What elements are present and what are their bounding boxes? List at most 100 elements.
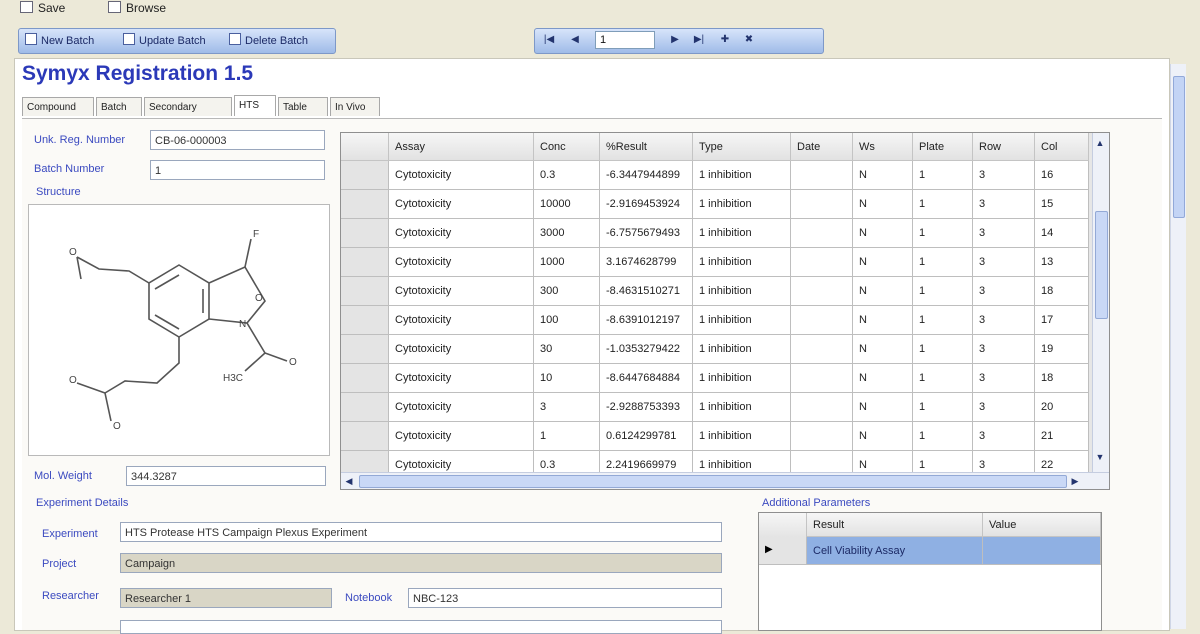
grid-cell[interactable]: 14 — [1035, 219, 1089, 248]
grid-cell[interactable]: 1 — [913, 161, 973, 190]
grid-cell[interactable]: Cytotoxicity — [389, 161, 534, 190]
grid-vertical-thumb[interactable] — [1095, 211, 1108, 319]
batch-number-field[interactable]: 1 — [150, 160, 325, 180]
update-batch-button[interactable]: Update Batch — [123, 32, 206, 50]
grid-cell[interactable]: 1 — [913, 306, 973, 335]
delete-batch-button[interactable]: Delete Batch — [229, 32, 308, 50]
extra-field[interactable] — [120, 620, 722, 634]
grid-header-conc[interactable]: Conc — [534, 133, 600, 161]
grid-header-type[interactable]: Type — [693, 133, 791, 161]
grid-cell[interactable]: 3 — [973, 306, 1035, 335]
grid-cell[interactable] — [791, 248, 853, 277]
prev-icon[interactable]: ◀ — [569, 34, 581, 46]
grid-cell[interactable]: 3 — [973, 161, 1035, 190]
tab-secondary[interactable]: Secondary — [144, 97, 232, 116]
grid-cell[interactable]: 3 — [973, 422, 1035, 451]
addl-row-header[interactable]: ▶ — [759, 537, 807, 565]
page-scroll-thumb[interactable] — [1173, 76, 1185, 218]
grid-row-header[interactable] — [341, 277, 389, 306]
grid-cell[interactable]: Cytotoxicity — [389, 364, 534, 393]
grid-cell[interactable]: N — [853, 364, 913, 393]
grid-cell[interactable]: N — [853, 219, 913, 248]
grid-cell[interactable]: 3 — [534, 393, 600, 422]
grid-row-header[interactable] — [341, 190, 389, 219]
grid-cell[interactable]: 20 — [1035, 393, 1089, 422]
last-icon[interactable]: ▶| — [693, 34, 705, 46]
page-scrollbar[interactable] — [1170, 64, 1186, 629]
grid-cell[interactable]: 1 inhibition — [693, 364, 791, 393]
grid-cell[interactable]: 3000 — [534, 219, 600, 248]
grid-cell[interactable]: 3 — [973, 277, 1035, 306]
grid-row-header[interactable] — [341, 161, 389, 190]
grid-cell[interactable]: 1 inhibition — [693, 161, 791, 190]
grid-cell[interactable]: 1 — [913, 248, 973, 277]
grid-row-header[interactable] — [341, 335, 389, 364]
addl-header-result[interactable]: Result — [807, 513, 983, 537]
addl-cell-value[interactable] — [983, 537, 1101, 565]
record-number-input[interactable] — [595, 31, 655, 49]
grid-cell[interactable]: N — [853, 248, 913, 277]
grid-cell[interactable]: Cytotoxicity — [389, 248, 534, 277]
grid-cell[interactable]: 16 — [1035, 161, 1089, 190]
grid-cell[interactable] — [791, 364, 853, 393]
grid-cell[interactable]: 1 — [913, 422, 973, 451]
grid-cell[interactable]: 17 — [1035, 306, 1089, 335]
grid-cell[interactable]: 1 — [913, 335, 973, 364]
tab-in-vivo[interactable]: In Vivo — [330, 97, 380, 116]
grid-cell[interactable]: N — [853, 306, 913, 335]
grid-cell[interactable]: N — [853, 422, 913, 451]
grid-cell[interactable]: N — [853, 161, 913, 190]
scroll-left-icon[interactable]: ◀ — [343, 475, 355, 487]
grid-cell[interactable]: -8.6391012197 — [600, 306, 693, 335]
tab-compound[interactable]: Compound — [22, 97, 94, 116]
grid-cell[interactable]: 13 — [1035, 248, 1089, 277]
scroll-right-icon[interactable]: ▶ — [1069, 475, 1081, 487]
grid-cell[interactable]: 1 inhibition — [693, 248, 791, 277]
grid-cell[interactable] — [791, 306, 853, 335]
grid-horizontal-thumb[interactable] — [359, 475, 1067, 488]
grid-cell[interactable]: 1 inhibition — [693, 219, 791, 248]
grid-cell[interactable]: 3 — [973, 248, 1035, 277]
grid-cell[interactable]: Cytotoxicity — [389, 190, 534, 219]
grid-cell[interactable]: 0.6124299781 — [600, 422, 693, 451]
grid-cell[interactable]: 1 — [534, 422, 600, 451]
grid-row-header[interactable] — [341, 364, 389, 393]
grid-cell[interactable]: N — [853, 277, 913, 306]
grid-cell[interactable]: 1 inhibition — [693, 306, 791, 335]
tab-batch[interactable]: Batch — [96, 97, 142, 116]
grid-row-header[interactable] — [341, 219, 389, 248]
hts-results-grid[interactable]: Assay Conc %Result Type Date Ws Plate Row Col Cyt… — [340, 132, 1110, 490]
grid-cell[interactable]: -2.9169453924 — [600, 190, 693, 219]
grid-cell[interactable]: 21 — [1035, 422, 1089, 451]
mol-weight-field[interactable]: 344.3287 — [126, 466, 326, 486]
grid-row-header[interactable] — [341, 248, 389, 277]
grid-cell[interactable]: Cytotoxicity — [389, 306, 534, 335]
grid-cell[interactable]: N — [853, 335, 913, 364]
researcher-field[interactable]: Researcher 1 — [120, 588, 332, 608]
addl-cell-result[interactable]: Cell Viability Assay — [807, 537, 983, 565]
add-icon[interactable]: ✚ — [719, 34, 731, 46]
grid-horizontal-scrollbar[interactable]: ◀ ▶ — [341, 472, 1109, 489]
grid-header-result[interactable]: %Result — [600, 133, 693, 161]
grid-cell[interactable]: N — [853, 190, 913, 219]
grid-header-ws[interactable]: Ws — [853, 133, 913, 161]
grid-cell[interactable]: Cytotoxicity — [389, 393, 534, 422]
grid-cell[interactable]: 0.3 — [534, 161, 600, 190]
grid-header-date[interactable]: Date — [791, 133, 853, 161]
grid-cell[interactable]: 30 — [534, 335, 600, 364]
grid-cell[interactable] — [791, 219, 853, 248]
new-batch-button[interactable]: New Batch — [25, 32, 94, 50]
grid-cell[interactable]: 15 — [1035, 190, 1089, 219]
grid-cell[interactable]: 1 inhibition — [693, 422, 791, 451]
grid-cell[interactable] — [791, 393, 853, 422]
grid-cell[interactable]: 3.1674628799 — [600, 248, 693, 277]
grid-cell[interactable]: 3 — [973, 364, 1035, 393]
next-icon[interactable]: ▶ — [669, 34, 681, 46]
menu-save[interactable]: Save — [20, 0, 65, 16]
grid-cell[interactable]: -8.4631510271 — [600, 277, 693, 306]
grid-cell[interactable]: -8.6447684884 — [600, 364, 693, 393]
grid-row-header[interactable] — [341, 422, 389, 451]
scroll-down-icon[interactable]: ▼ — [1094, 451, 1106, 463]
grid-cell[interactable]: 18 — [1035, 277, 1089, 306]
grid-cell[interactable]: 3 — [973, 190, 1035, 219]
